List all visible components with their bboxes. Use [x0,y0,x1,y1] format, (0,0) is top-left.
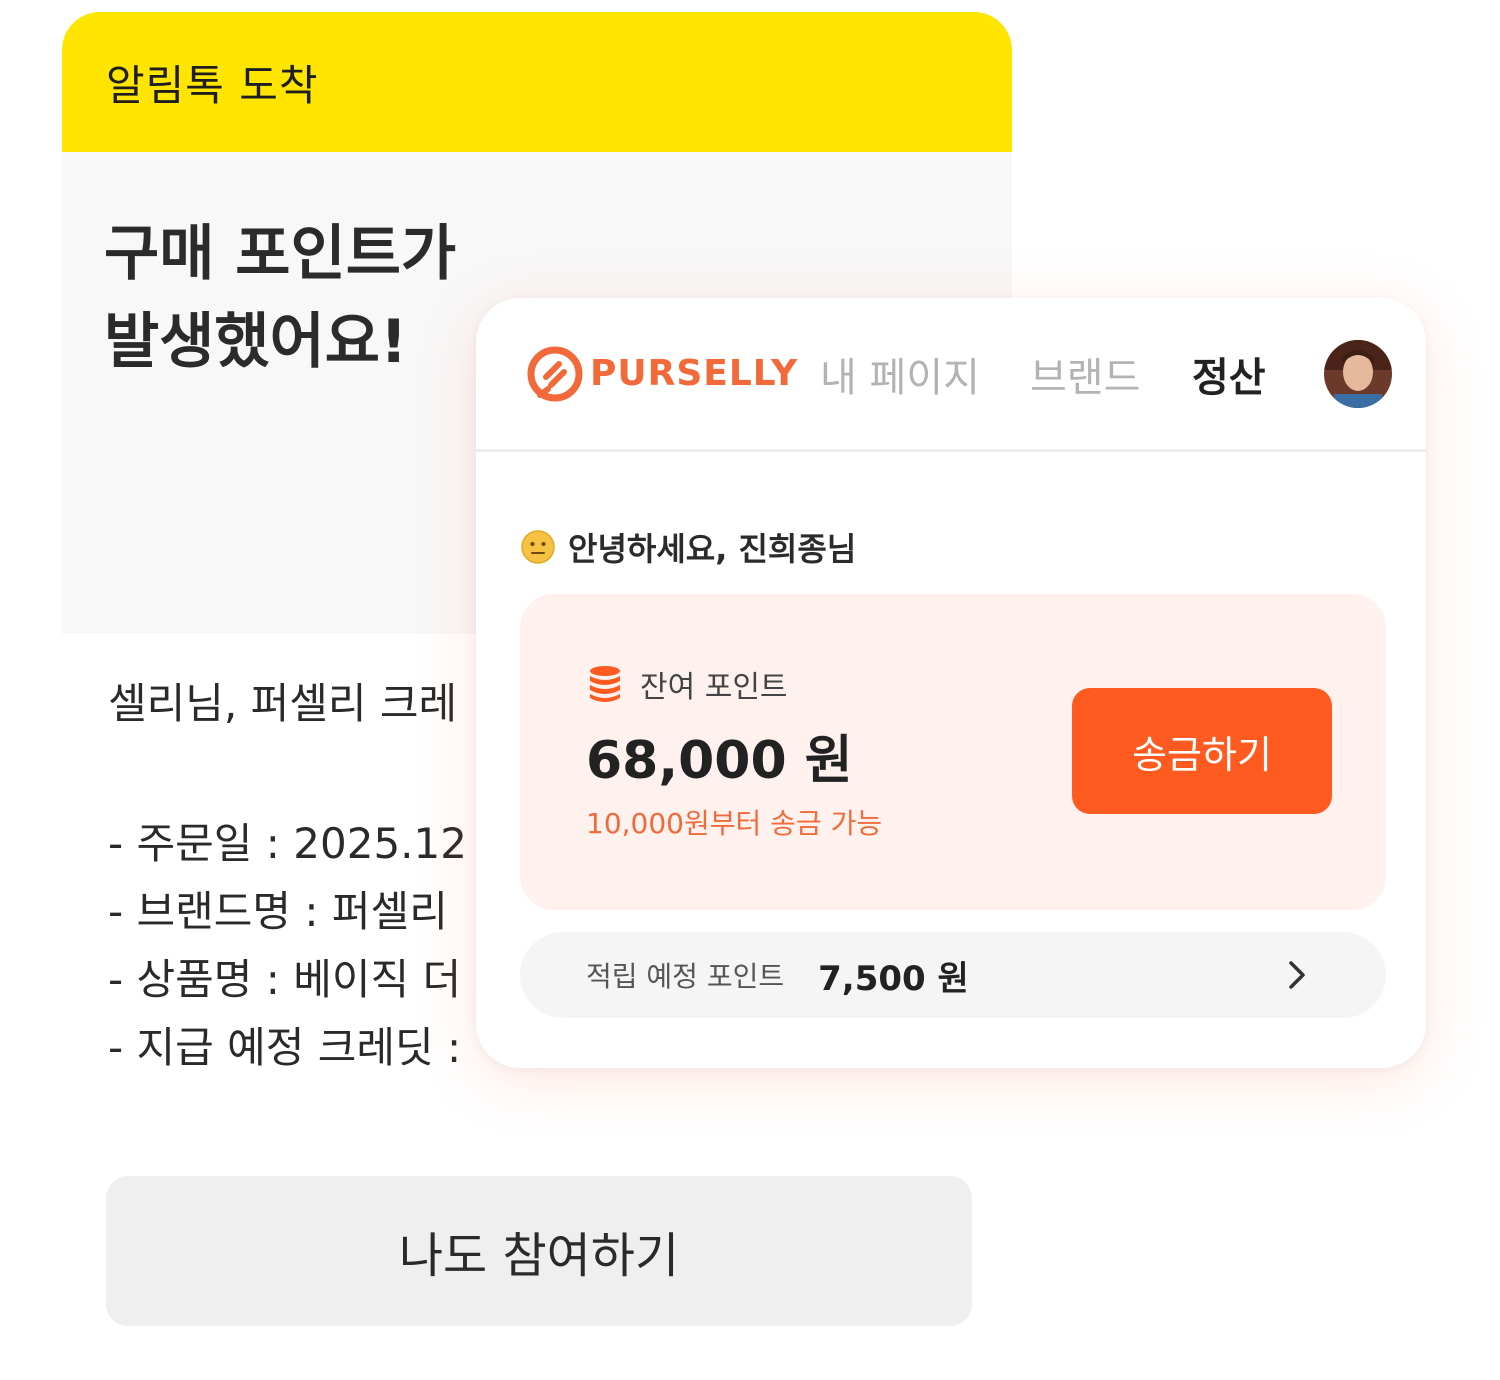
balance-box: 잔여 포인트 68,000 원 10,000원부터 송금 가능 송금하기 [520,594,1386,910]
top-nav: PURSELLY 내 페이지 브랜드 정산 [476,298,1426,452]
balance-label-row: 잔여 포인트 [588,662,788,706]
alimtalk-hero-title-line1: 구매 포인트가 [104,219,457,289]
settlement-body: 안녕하세요, 진희종님 잔여 포인트 68,000 원 10,000원부터 송금… [476,522,1426,1018]
greeting-text: 안녕하세요, 진희종님 [568,530,857,568]
pursally-card: PURSELLY 내 페이지 브랜드 정산 안녕하세요, 진희종님 잔여 포인트… [476,298,1426,1068]
send-button[interactable]: 송금하기 [1072,688,1332,814]
balance-note: 10,000원부터 송금 가능 [586,807,883,840]
nav-settlement[interactable]: 정산 [1192,345,1266,403]
nav-my-page[interactable]: 내 페이지 [820,345,980,403]
pending-points-label: 적립 예정 포인트 [586,960,785,993]
brand-name: PURSELLY [590,353,799,394]
alimtalk-header-title: 알림톡 도착 [106,60,319,110]
avatar-image [1324,340,1392,408]
pursally-logo-icon [527,346,583,401]
canvas: 알림톡 도착 구매 포인트가 발생했어요! 셀리님, 퍼셀리 크레 - 주문일 … [0,0,1500,1380]
pending-points-row[interactable]: 적립 예정 포인트 7,500 원 [520,932,1386,1018]
chevron-right-icon [1289,961,1305,989]
pending-points-value: 7,500 원 [818,958,969,999]
join-button[interactable]: 나도 참여하기 [106,1176,972,1326]
alimtalk-header: 알림톡 도착 [62,12,1012,152]
coin-stack-icon [590,666,620,702]
balance-label: 잔여 포인트 [640,670,788,705]
brand-logo[interactable]: PURSELLY [526,345,798,403]
balance-amount: 68,000 원 [586,731,853,791]
alimtalk-hero-title-line2: 발생했어요! [104,307,408,377]
nav-brand[interactable]: 브랜드 [1030,345,1140,403]
smiley-emoji-icon [521,530,555,564]
greeting-row: 안녕하세요, 진희종님 [520,522,1386,572]
user-avatar[interactable] [1324,340,1392,408]
